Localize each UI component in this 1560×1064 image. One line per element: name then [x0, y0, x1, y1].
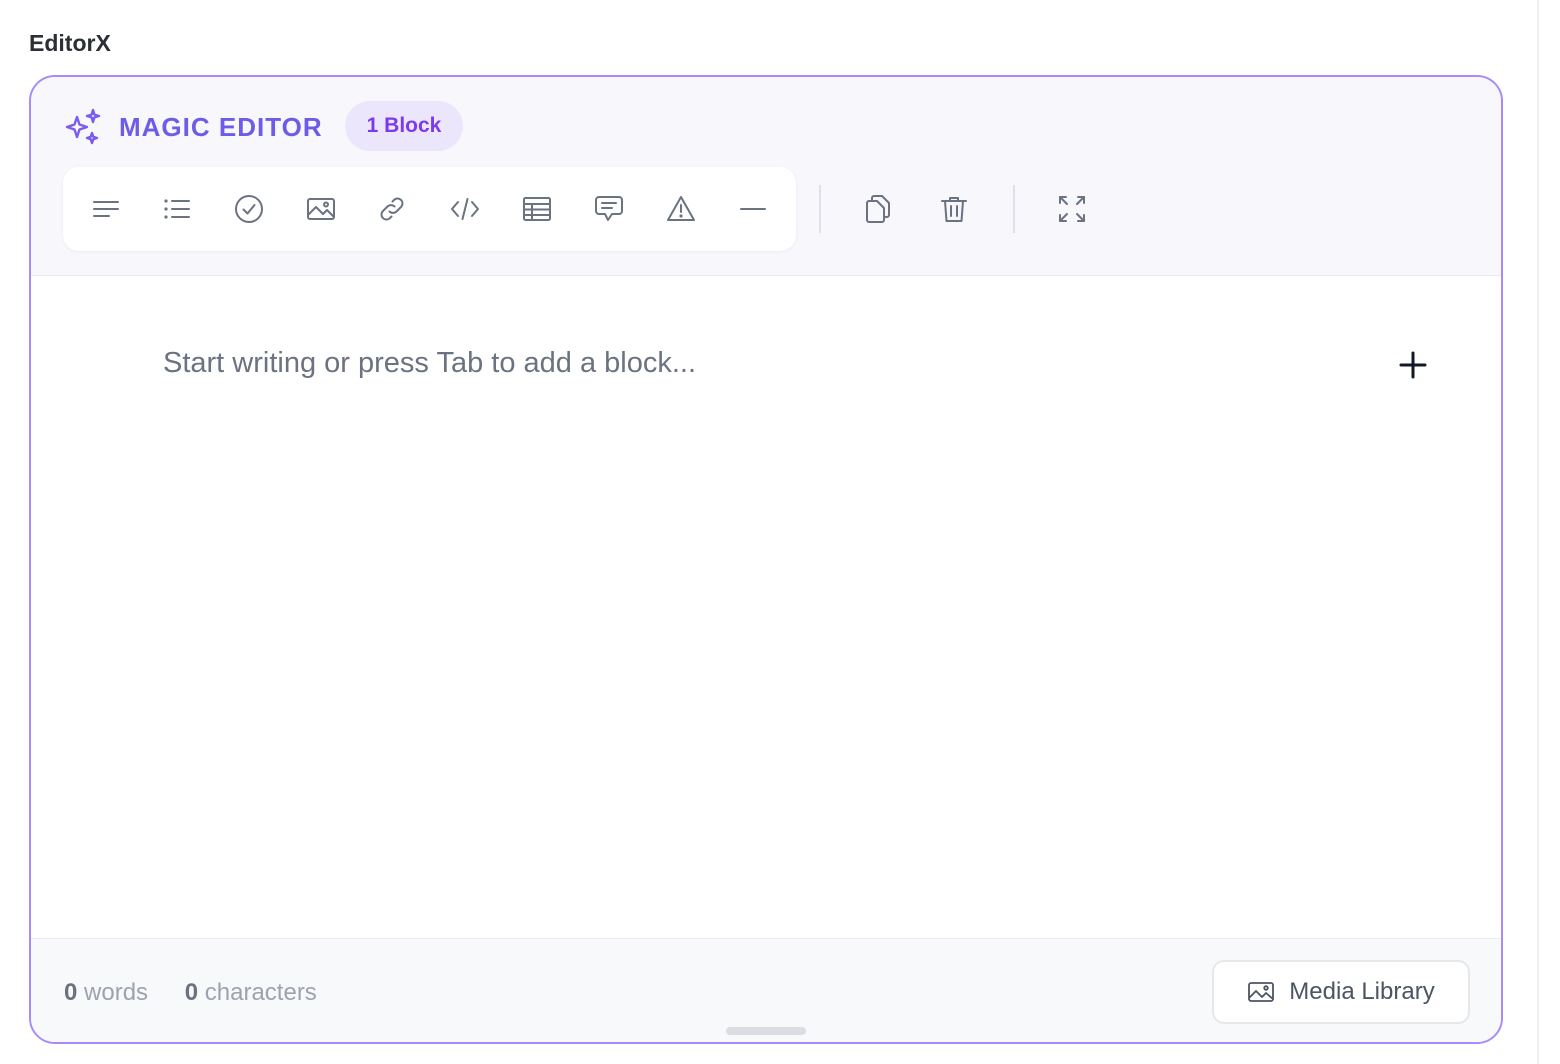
block-count-badge: 1 Block [345, 101, 463, 151]
editor-content-area[interactable]: Start writing or press Tab to add a bloc… [31, 276, 1501, 938]
media-library-button[interactable]: Media Library [1212, 960, 1470, 1024]
fullscreen-button[interactable] [1044, 167, 1100, 251]
trash-icon [941, 197, 967, 222]
divider-button[interactable] [725, 167, 781, 251]
divider-icon [740, 208, 766, 210]
editor-footer: 0 words 0 characters Media Library [31, 938, 1501, 1042]
char-count-value: 0 [184, 979, 199, 1006]
page-scrollbar-track [1537, 0, 1539, 1064]
editor-stats: 0 words 0 characters [64, 979, 317, 1007]
editor-header: MAGIC EDITOR 1 Block [31, 77, 1501, 276]
toolbar-separator [819, 185, 821, 233]
toolbar-separator [1013, 185, 1015, 233]
checklist-button[interactable] [221, 167, 277, 251]
magic-editor: MAGIC EDITOR 1 Block Start writing or pr… [29, 75, 1503, 1044]
comment-button[interactable] [581, 167, 637, 251]
link-button[interactable] [364, 167, 420, 251]
expand-icon [1059, 196, 1085, 222]
media-library-label: Media Library [1289, 978, 1435, 1005]
image-button[interactable] [293, 167, 349, 251]
char-count: 0 characters [185, 979, 317, 1006]
code-button[interactable] [437, 167, 493, 251]
add-block-icon[interactable] [1393, 345, 1433, 385]
checklist-icon [235, 195, 263, 223]
paragraph-icon [93, 201, 119, 217]
image-icon [307, 198, 335, 220]
paragraph-button[interactable] [78, 167, 134, 251]
bulleted-list-button[interactable] [149, 167, 205, 251]
delete-block-button[interactable] [926, 167, 982, 251]
word-count-label: words [84, 979, 149, 1006]
image-icon [1248, 982, 1275, 1002]
table-button[interactable] [509, 167, 565, 251]
char-count-label: characters [204, 979, 317, 1006]
warning-icon [667, 196, 695, 221]
block-toolbar [63, 167, 796, 251]
sparkles-icon [65, 108, 101, 145]
editor-title: MAGIC EDITOR [119, 112, 323, 142]
table-icon [523, 197, 551, 221]
word-count: 0 words [64, 979, 148, 1006]
word-count-value: 0 [64, 979, 78, 1006]
comment-icon [595, 196, 623, 221]
copy-block-button[interactable] [850, 167, 906, 251]
editor-placeholder[interactable]: Start writing or press Tab to add a bloc… [163, 347, 696, 380]
link-icon [380, 197, 404, 221]
resize-handle[interactable] [726, 1027, 806, 1035]
page-label: EditorX [29, 30, 111, 56]
copy-icon [866, 195, 890, 223]
bulleted-list-icon [164, 199, 190, 219]
code-icon [451, 198, 479, 220]
warning-button[interactable] [653, 167, 709, 251]
